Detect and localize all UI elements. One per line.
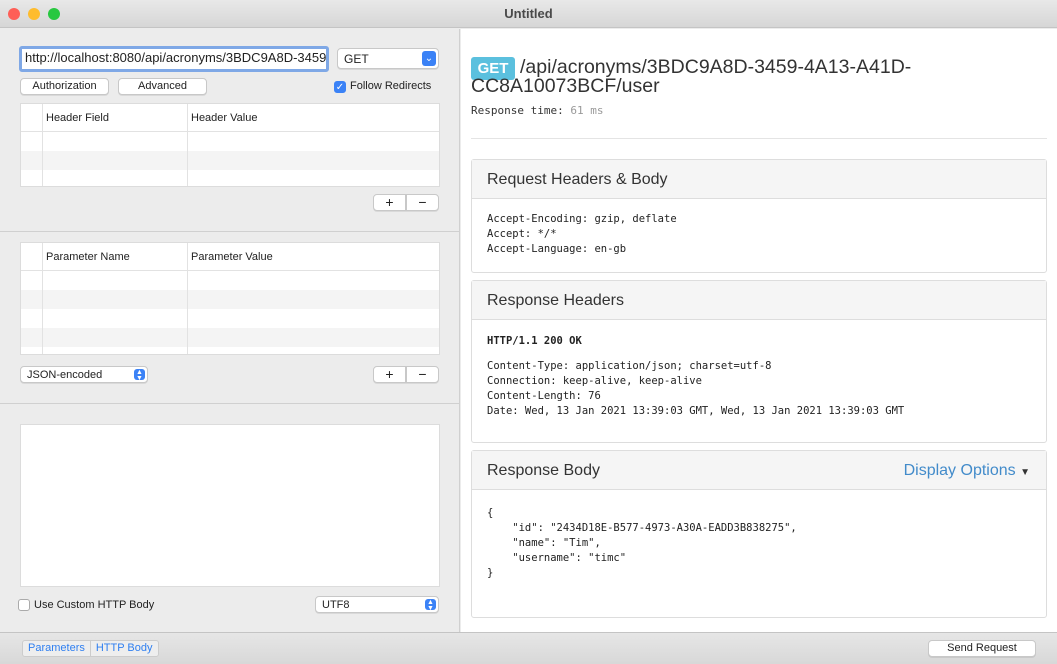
send-request-button[interactable]: Send Request xyxy=(928,640,1036,657)
request-headers-panel: Request Headers & Body Accept-Encoding: … xyxy=(471,159,1047,273)
method-select[interactable]: GET ⌄ xyxy=(337,48,439,69)
header-line: Content-Length: 76 xyxy=(487,390,601,402)
updown-icon: ▲ ▼ xyxy=(134,369,145,382)
caret-down-icon: ▼ xyxy=(1020,467,1030,478)
divider xyxy=(0,403,460,404)
response-time: Response time: 61 ms xyxy=(471,104,603,117)
follow-redirects-label: Follow Redirects xyxy=(350,80,432,92)
panel-title: Response Headers xyxy=(472,281,1046,320)
title-bar: Untitled xyxy=(0,0,1057,28)
body-textarea[interactable] xyxy=(20,424,440,587)
body-line: { xyxy=(487,507,494,519)
response-headers-panel: Response Headers HTTP/1.1 200 OK Content… xyxy=(471,280,1047,443)
parameter-name-column[interactable]: Parameter Name xyxy=(42,243,187,271)
header-line: Accept-Language: en-gb xyxy=(487,243,627,255)
parameter-value-column[interactable]: Parameter Value xyxy=(187,243,439,271)
advanced-button[interactable]: Advanced xyxy=(118,78,207,95)
encoding-value: JSON-encoded xyxy=(27,369,103,381)
zoom-window-button[interactable] xyxy=(48,8,60,20)
remove-parameter-button[interactable]: − xyxy=(406,366,439,383)
body-line: "username": "timc" xyxy=(487,552,627,564)
divider xyxy=(0,231,460,232)
table-row[interactable] xyxy=(21,328,439,347)
panel-title: Request Headers & Body xyxy=(472,160,1046,199)
custom-body-checkbox[interactable] xyxy=(18,599,30,611)
bottom-bar xyxy=(0,632,1057,664)
header-value-column[interactable]: Header Value xyxy=(187,104,439,132)
header-line: Connection: keep-alive, keep-alive xyxy=(487,375,702,387)
response-path-title: /api/acronyms/3BDC9A8D-3459-4A13-A41D-CC… xyxy=(471,56,912,97)
encoding-select[interactable]: JSON-encoded ▲ ▼ xyxy=(20,366,148,383)
table-row[interactable] xyxy=(21,290,439,309)
add-header-button[interactable]: + xyxy=(373,194,406,211)
body-line: } xyxy=(487,567,494,579)
body-line: "id": "2434D18E-B577-4973-A30A-EADD3B838… xyxy=(487,522,797,534)
header-field-column[interactable]: Header Field xyxy=(42,104,187,132)
status-line: HTTP/1.1 200 OK xyxy=(487,335,582,347)
response-time-label: Response time: xyxy=(471,104,564,117)
header-line: Accept-Encoding: gzip, deflate xyxy=(487,213,677,225)
header-line: Content-Type: application/json; charset=… xyxy=(487,360,772,372)
panel-title: Response Body xyxy=(487,462,600,479)
divider xyxy=(471,138,1047,139)
header-line: Accept: */* xyxy=(487,228,557,240)
panel-header: Response Body Display Options ▼ xyxy=(472,451,1046,490)
minimize-window-button[interactable] xyxy=(28,8,40,20)
updown-icon: ▲ ▼ xyxy=(425,599,436,612)
method-value: GET xyxy=(344,52,369,66)
add-parameter-button[interactable]: + xyxy=(373,366,406,383)
window-title: Untitled xyxy=(504,6,553,21)
charset-value: UTF8 xyxy=(322,599,350,611)
response-time-value: 61 ms xyxy=(570,104,604,117)
chevron-down-icon: ⌄ xyxy=(422,51,436,66)
headers-table[interactable]: Header Field Header Value xyxy=(20,103,440,187)
follow-redirects-checkbox[interactable]: ✓ xyxy=(334,81,346,93)
authorization-button[interactable]: Authorization xyxy=(20,78,109,95)
header-line: Date: Wed, 13 Jan 2021 13:39:03 GMT, Wed… xyxy=(487,405,905,417)
tab-parameters[interactable]: Parameters xyxy=(23,641,91,656)
parameters-table[interactable]: Parameter Name Parameter Value xyxy=(20,242,440,355)
table-row[interactable] xyxy=(21,151,439,170)
response-body-panel: Response Body Display Options ▼ { "id": … xyxy=(471,450,1047,618)
remove-header-button[interactable]: − xyxy=(406,194,439,211)
url-input[interactable]: http://localhost:8080/api/acronyms/3BDC9… xyxy=(19,46,329,72)
view-segmented-control: Parameters HTTP Body xyxy=(22,640,159,657)
body-line: "name": "Tim", xyxy=(487,537,601,549)
tab-http-body[interactable]: HTTP Body xyxy=(91,641,158,656)
charset-select[interactable]: UTF8 ▲ ▼ xyxy=(315,596,439,613)
custom-body-label: Use Custom HTTP Body xyxy=(34,599,155,611)
close-window-button[interactable] xyxy=(8,8,20,20)
display-options-dropdown[interactable]: Display Options ▼ xyxy=(904,451,1030,492)
display-options-label: Display Options xyxy=(903,462,1016,479)
